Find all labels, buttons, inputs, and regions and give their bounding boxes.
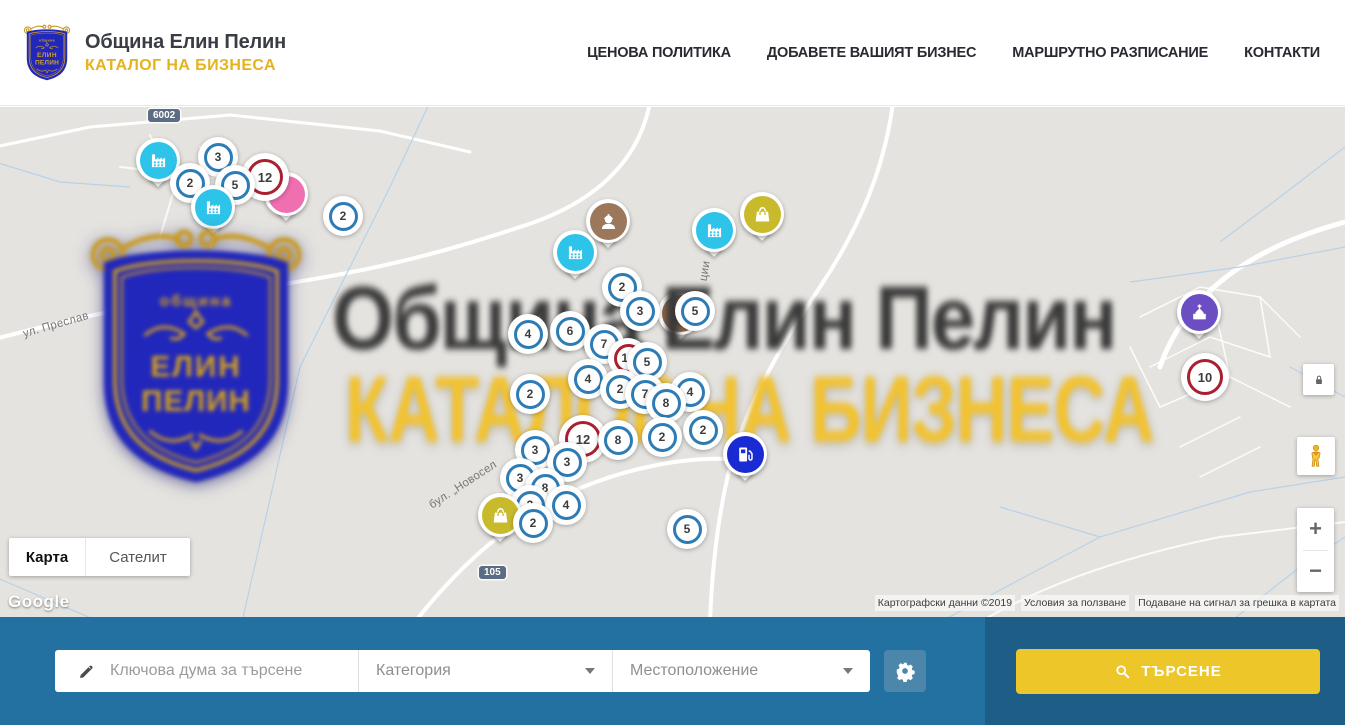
shield-line2-text: ПЕЛИН: [35, 60, 59, 67]
pencil-icon: [77, 662, 96, 681]
search-box: Категория Местоположение: [55, 650, 870, 692]
chevron-down-icon: [585, 668, 595, 674]
site-logo[interactable]: община ЕЛИН ПЕЛИН Община Елин Пелин КАТА…: [22, 21, 286, 84]
shield-line2-text: ПЕЛИН: [141, 385, 251, 418]
cluster-marker[interactable]: 8: [598, 420, 638, 460]
factory-pin-marker[interactable]: [553, 230, 597, 288]
map-type-satellite-button[interactable]: Сателит: [86, 538, 190, 576]
site-subtitle: КАТАЛОГ НА БИЗНЕСА: [85, 57, 286, 75]
keyword-field: [55, 650, 358, 692]
zoom-in-button[interactable]: +: [1297, 508, 1334, 550]
search-bar: Категория Местоположение ТЪРСЕНЕ: [0, 617, 1345, 725]
shield-line1-text: ЕЛИН: [37, 52, 57, 59]
map-type-map-button[interactable]: Карта: [9, 538, 86, 576]
factory-pin-marker[interactable]: [692, 208, 736, 266]
route-number-badge: 6002: [148, 109, 180, 122]
keyword-input[interactable]: [110, 662, 330, 680]
search-button-label: ТЪРСЕНЕ: [1141, 663, 1222, 680]
category-select[interactable]: Категория: [358, 650, 612, 692]
map-canvas[interactable]: 325122235647135422784128223338342510ул. …: [0, 107, 1345, 617]
nav-item-route-schedule[interactable]: МАРШРУТНО РАЗПИСАНИЕ: [1012, 45, 1208, 61]
cluster-marker[interactable]: 3: [620, 291, 660, 331]
cluster-marker[interactable]: 5: [667, 509, 707, 549]
cluster-marker[interactable]: 2: [683, 410, 723, 450]
zoom-control: + −: [1297, 508, 1334, 592]
route-number-badge: 105: [479, 566, 506, 579]
search-button[interactable]: ТЪРСЕНЕ: [1016, 649, 1320, 694]
shield-top-text: община: [160, 293, 233, 310]
watermark-title: Община Елин Пелин: [332, 267, 1116, 370]
zoom-out-button[interactable]: −: [1297, 551, 1334, 593]
location-select[interactable]: Местоположение: [612, 650, 870, 692]
gear-icon: [894, 660, 916, 682]
lock-icon: [1312, 373, 1326, 387]
cluster-marker[interactable]: 4: [508, 314, 548, 354]
nav-item-pricing[interactable]: ЦЕНОВА ПОЛИТИКА: [587, 45, 731, 61]
cluster-marker[interactable]: 2: [510, 374, 550, 414]
category-select-label: Категория: [376, 662, 451, 680]
shield-line1-text: ЕЛИН: [150, 350, 241, 383]
site-title: Община Елин Пелин: [85, 31, 286, 54]
advanced-filters-gear-button[interactable]: [884, 650, 926, 692]
pegman-button[interactable]: [1297, 437, 1335, 475]
shield-top-text: община: [39, 39, 55, 43]
cluster-marker[interactable]: 2: [642, 417, 682, 457]
attribution-copyright: Картографски данни ©2019: [875, 595, 1015, 611]
church-pin-marker[interactable]: [1177, 290, 1221, 348]
nav-item-add-business[interactable]: ДОБАВЕТЕ ВАШИЯТ БИЗНЕС: [767, 45, 976, 61]
fuel-pin-marker[interactable]: [723, 432, 767, 490]
header: община ЕЛИН ПЕЛИН Община Елин Пелин КАТА…: [0, 0, 1345, 106]
bag-pin-marker[interactable]: [740, 192, 784, 250]
cluster-marker[interactable]: 10: [1181, 353, 1229, 401]
attribution-report-link[interactable]: Подаване на сигнал за грешка в картата: [1135, 595, 1339, 611]
cluster-marker[interactable]: 5: [675, 291, 715, 331]
location-select-label: Местоположение: [630, 662, 758, 680]
map-type-control: Карта Сателит: [9, 538, 190, 576]
attribution-terms-link[interactable]: Условия за ползване: [1021, 595, 1129, 611]
cluster-marker[interactable]: 2: [513, 503, 553, 543]
pegman-icon: [1303, 443, 1329, 469]
map-attribution: Картографски данни ©2019 Условия за полз…: [875, 595, 1339, 611]
watermark-crest: община ЕЛИН ПЕЛИН: [82, 215, 310, 497]
page: община ЕЛИН ПЕЛИН Община Елин Пелин КАТА…: [0, 0, 1345, 725]
main-nav: ЦЕНОВА ПОЛИТИКА ДОБАВЕТЕ ВАШИЯТ БИЗНЕС М…: [587, 0, 1320, 106]
cluster-marker[interactable]: 2: [323, 196, 363, 236]
municipality-crest-icon: община ЕЛИН ПЕЛИН: [22, 21, 72, 84]
nav-item-contacts[interactable]: КОНТАКТИ: [1244, 45, 1320, 61]
lock-button[interactable]: [1303, 364, 1334, 395]
chevron-down-icon: [843, 668, 853, 674]
google-logo[interactable]: Google: [8, 592, 70, 612]
search-icon: [1114, 663, 1131, 680]
